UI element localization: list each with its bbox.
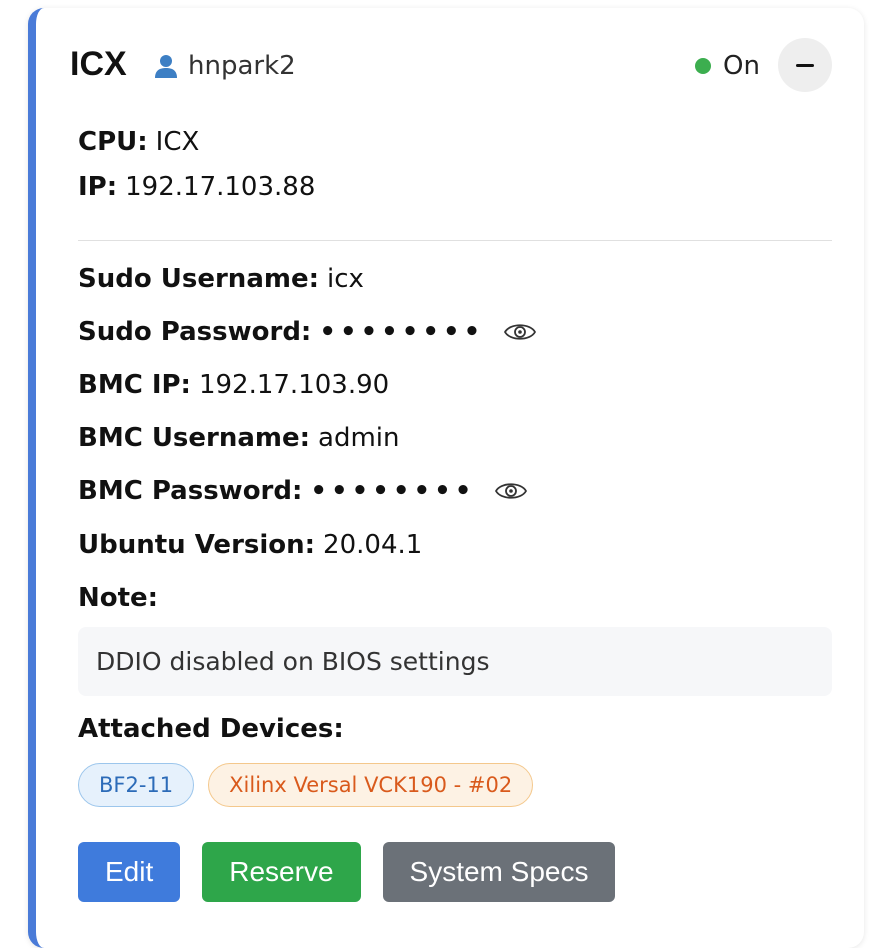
minus-icon — [796, 63, 814, 67]
reveal-bmc-password-button[interactable] — [493, 477, 529, 505]
attached-devices-field: Attached Devices: — [78, 713, 352, 745]
edit-button[interactable]: Edit — [78, 842, 181, 902]
bmc-ip-label: BMC IP: — [78, 370, 191, 400]
action-buttons: Edit Reserve System Specs — [78, 842, 616, 902]
bmc-password-field: BMC Password: •••••••• — [78, 475, 529, 507]
device-chips: BF2-11 Xilinx Versal VCK190 - #02 — [78, 763, 534, 807]
ip-value: 192.17.103.88 — [125, 172, 316, 202]
bmc-password-value: •••••••• — [310, 476, 476, 506]
sudo-password-label: Sudo Password: — [78, 317, 312, 347]
sudo-password-value: •••••••• — [319, 317, 485, 347]
system-specs-button[interactable]: System Specs — [382, 842, 616, 902]
device-chip-bf2-11[interactable]: BF2-11 — [78, 763, 195, 807]
bmc-ip-field: BMC IP: 192.17.103.90 — [78, 369, 389, 401]
cpu-value: ICX — [155, 127, 200, 157]
note-field: Note: — [78, 582, 166, 614]
sudo-username-field: Sudo Username: icx — [78, 263, 364, 295]
sudo-password-field: Sudo Password: •••••••• — [78, 316, 538, 348]
sudo-username-value: icx — [326, 264, 364, 294]
status-dot — [695, 58, 712, 74]
bmc-username-label: BMC Username: — [78, 423, 311, 453]
collapse-button[interactable] — [778, 38, 832, 92]
bmc-username-field: BMC Username: admin — [78, 422, 400, 454]
reveal-sudo-password-button[interactable] — [502, 318, 538, 346]
bmc-ip-value: 192.17.103.90 — [198, 370, 390, 400]
bmc-password-label: BMC Password: — [78, 476, 303, 506]
eye-icon — [495, 483, 528, 499]
note-text: DDIO disabled on BIOS settings — [96, 647, 490, 676]
eye-icon — [504, 324, 537, 340]
ubuntu-version-field: Ubuntu Version: 20.04.1 — [78, 529, 422, 561]
note-box: DDIO disabled on BIOS settings — [78, 627, 832, 696]
ip-label: IP: — [78, 172, 118, 202]
owner-name: hnpark2 — [188, 51, 296, 81]
user-icon — [155, 55, 177, 78]
divider — [78, 240, 832, 241]
note-label: Note: — [78, 583, 159, 613]
bmc-username-value: admin — [318, 423, 400, 453]
card-header: ICX hnpark2 On — [70, 38, 832, 104]
ubuntu-version-value: 20.04.1 — [323, 530, 423, 560]
owner: hnpark2 — [152, 48, 296, 84]
ip-field: IP: 192.17.103.88 — [78, 171, 315, 203]
power-status: On — [695, 46, 760, 86]
server-name: ICX — [70, 45, 127, 83]
server-card: ICX hnpark2 On CPU: ICX IP: 192.17.103.8… — [28, 8, 864, 948]
sudo-username-label: Sudo Username: — [78, 264, 319, 294]
status-text: On — [723, 51, 760, 81]
device-chip-xilinx-vck190[interactable]: Xilinx Versal VCK190 - #02 — [208, 763, 534, 807]
cpu-label: CPU: — [78, 127, 148, 157]
cpu-field: CPU: ICX — [78, 126, 199, 158]
ubuntu-version-label: Ubuntu Version: — [78, 530, 316, 560]
reserve-button[interactable]: Reserve — [202, 842, 361, 902]
attached-devices-label: Attached Devices: — [78, 714, 344, 744]
